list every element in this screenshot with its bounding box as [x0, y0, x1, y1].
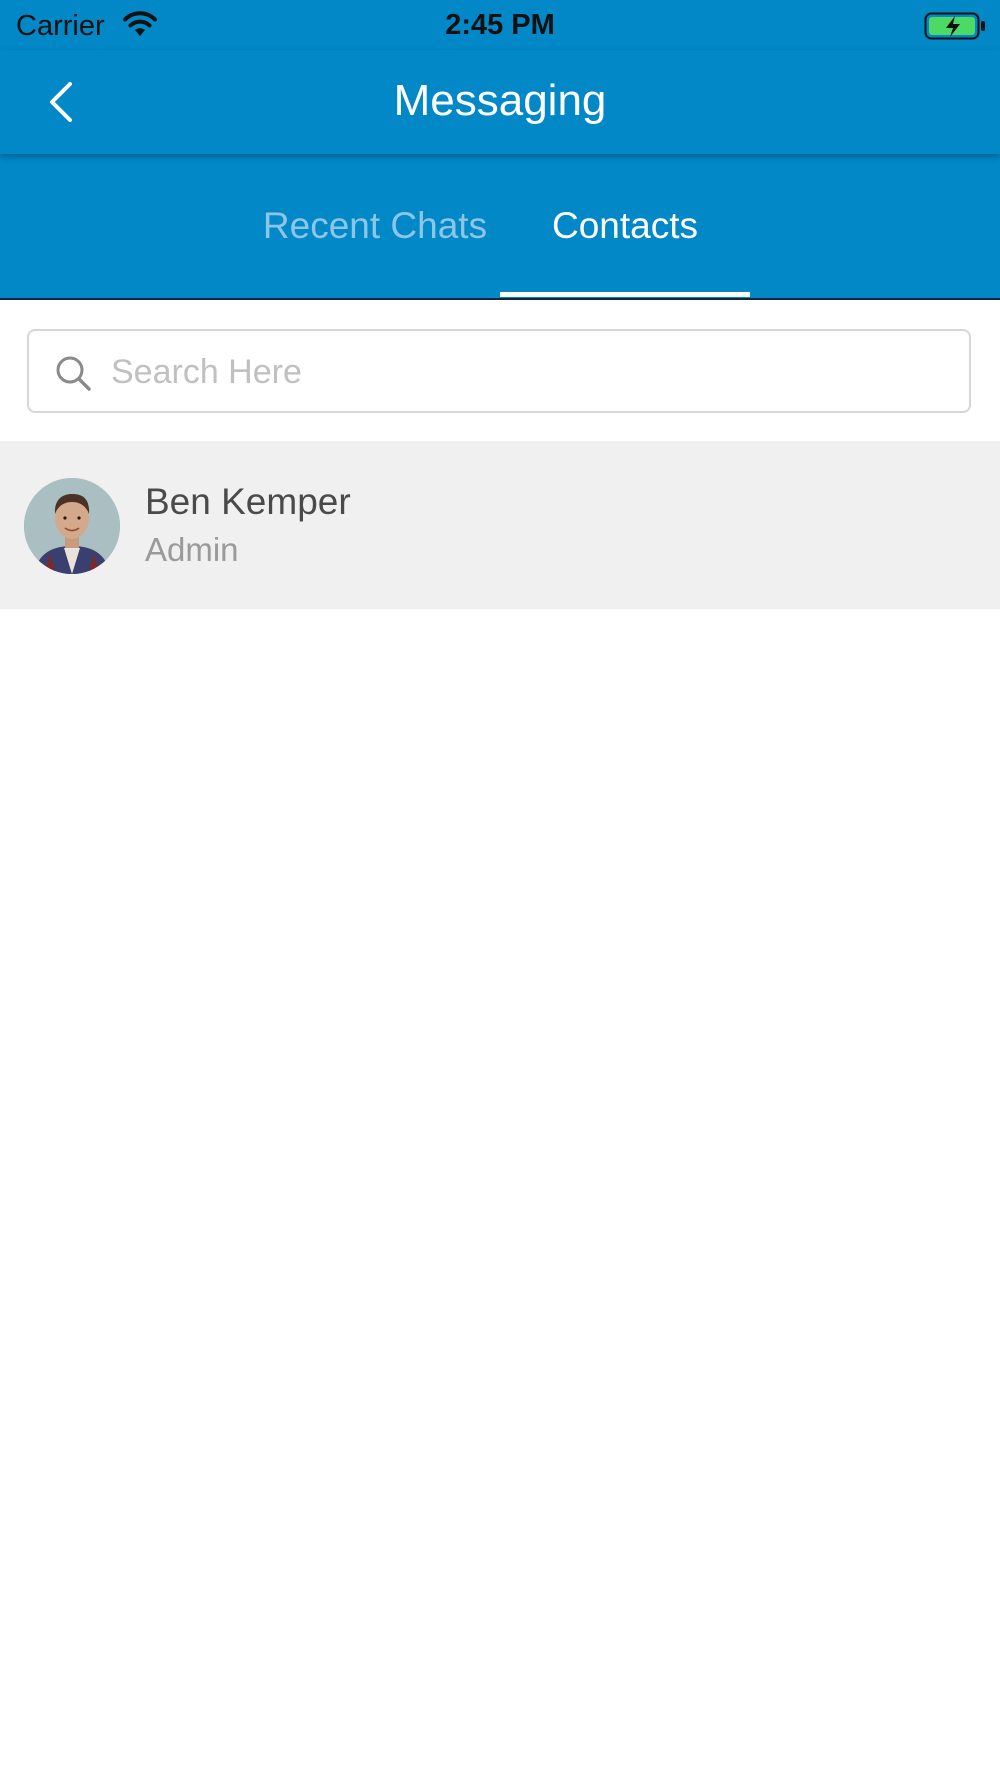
search-input[interactable]: [109, 331, 953, 413]
search-box: [27, 329, 971, 413]
contact-role: Admin: [145, 531, 239, 568]
avatar: [24, 478, 120, 574]
tab-bar: Recent Chats Contacts: [0, 154, 1000, 300]
active-tab-indicator: [500, 292, 750, 297]
contact-name: Ben Kemper: [145, 481, 351, 522]
search-icon: [53, 353, 93, 393]
status-bar: Carrier 2:45 PM: [0, 0, 1000, 50]
contact-list-item[interactable]: Ben Kemper Admin: [0, 441, 1000, 609]
messaging-screen: Carrier 2:45 PM Messaging Recent Chats C…: [0, 0, 1000, 1778]
page-title: Messaging: [393, 76, 607, 125]
battery-charging-icon: [924, 12, 986, 40]
tab-contacts[interactable]: Contacts: [500, 154, 750, 298]
navigation-bar: Messaging: [0, 50, 1000, 154]
status-time: 2:45 PM: [445, 9, 555, 41]
tab-recent-chats[interactable]: Recent Chats: [250, 154, 500, 298]
